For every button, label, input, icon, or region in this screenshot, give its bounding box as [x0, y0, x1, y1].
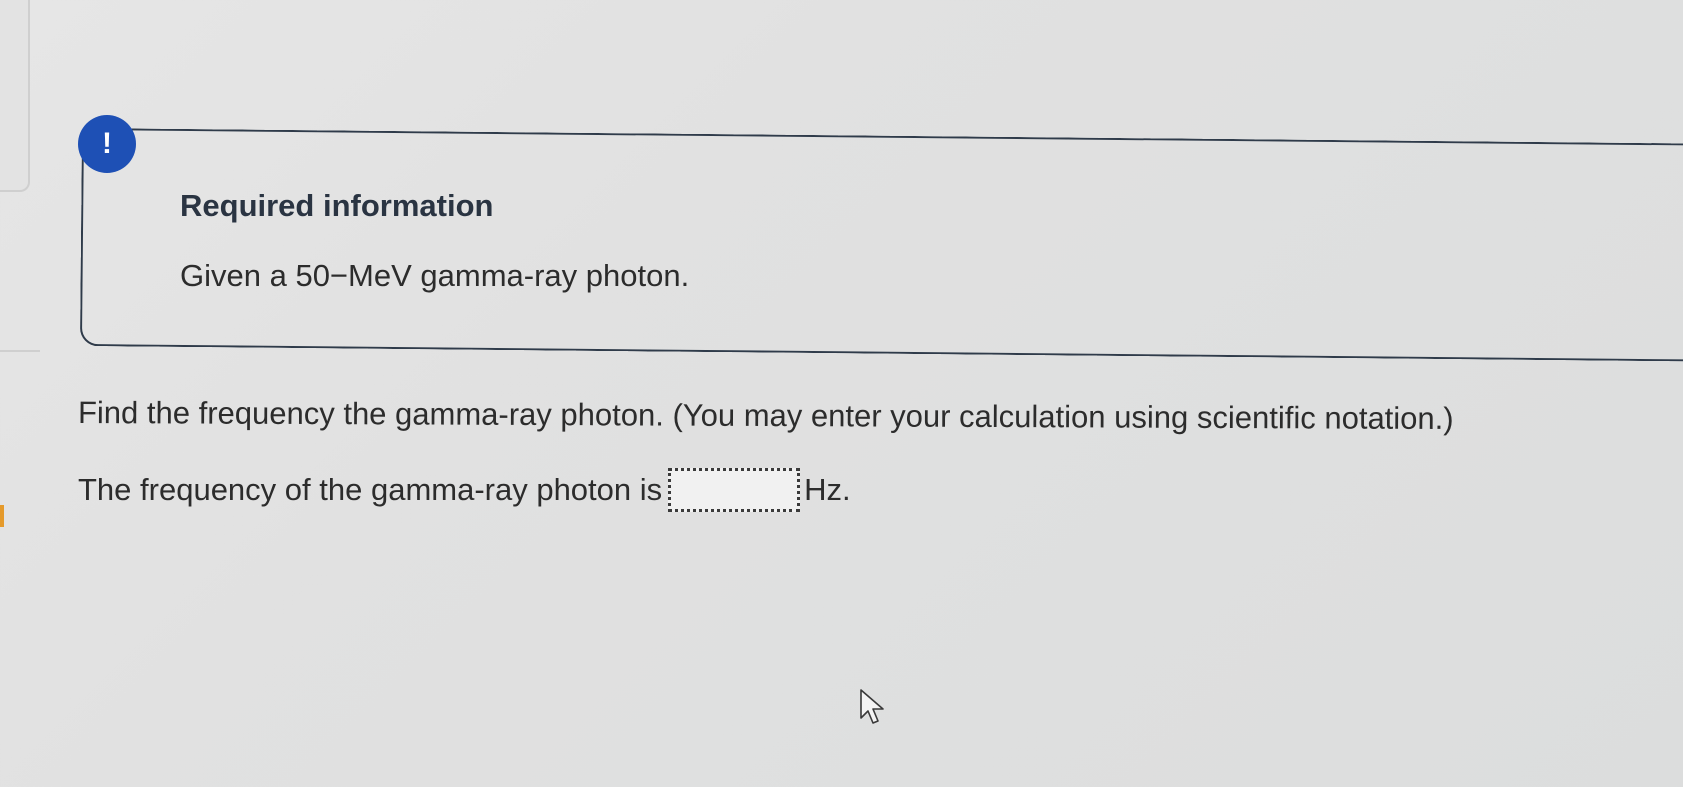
left-edge-indicator [0, 505, 4, 527]
left-edge-divider [0, 350, 40, 352]
left-edge-panel [0, 0, 30, 192]
alert-symbol: ! [102, 127, 112, 160]
answer-unit: Hz. [804, 472, 851, 507]
answer-prefix: The frequency of the gamma-ray photon is [78, 472, 663, 507]
frequency-answer-input[interactable] [668, 468, 801, 512]
answer-line: The frequency of the gamma-ray photon is… [78, 468, 851, 512]
required-info-card [79, 128, 1683, 362]
required-info-title: Required information [180, 188, 494, 223]
required-info-body: Given a 50−MeV gamma-ray photon. [180, 258, 690, 293]
alert-icon: ! [78, 115, 136, 173]
question-prompt: Find the frequency the gamma-ray photon.… [77, 395, 1454, 437]
mouse-pointer-icon [860, 689, 884, 724]
